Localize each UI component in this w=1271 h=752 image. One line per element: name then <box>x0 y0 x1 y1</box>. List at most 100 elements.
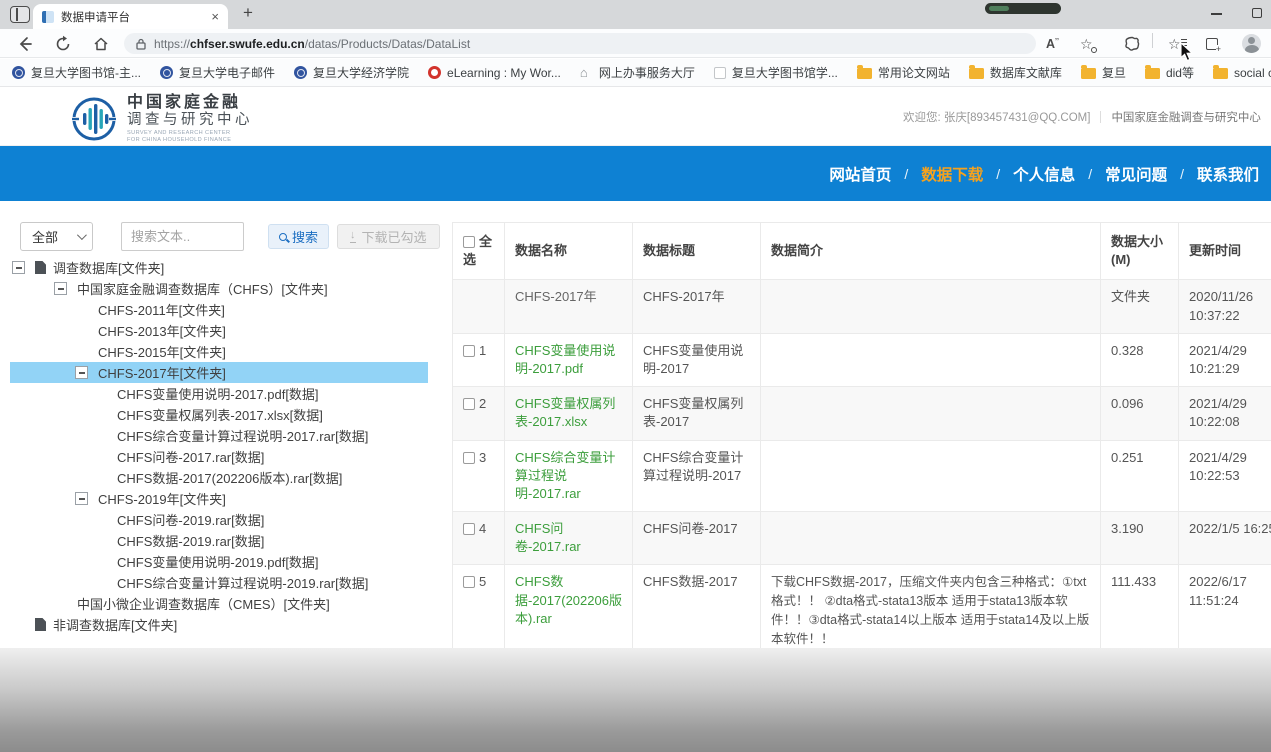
bookmark-item[interactable]: 复旦大学经济学院 <box>294 64 409 81</box>
maximize-button[interactable] <box>1252 8 1262 18</box>
search-input[interactable] <box>121 222 244 251</box>
bookmark-item[interactable]: social capital <box>1213 66 1271 80</box>
tree-item-label: 中国小微企业调查数据库（CMES）[文件夹] <box>77 594 330 613</box>
download-selected-button[interactable]: ↓ 下载已勾选 <box>337 224 440 249</box>
cell-select: 4 <box>453 512 505 565</box>
tree-item-label: 非调查数据库[文件夹] <box>53 615 177 634</box>
tree-item[interactable]: CHFS综合变量计算过程说明-2017.rar[数据] <box>10 425 428 446</box>
tree-item[interactable]: 中国小微企业调查数据库（CMES）[文件夹] <box>10 593 428 614</box>
tree-item-label: CHFS-2013年[文件夹] <box>98 321 226 340</box>
row-checkbox[interactable] <box>463 523 475 535</box>
nav-item-4[interactable]: 常见问题 <box>1105 163 1167 185</box>
category-select-value: 全部 <box>32 227 58 246</box>
data-file-link[interactable]: CHFS变量使用说明-2017.pdf <box>515 343 615 376</box>
category-select[interactable]: 全部 <box>20 222 93 251</box>
cell-name: CHFS-2017年 <box>505 280 633 333</box>
tree-item[interactable]: 非调查数据库[文件夹] <box>10 614 428 635</box>
cell-title: CHFS变量使用说明-2017 <box>633 333 761 386</box>
tree-item[interactable]: CHFS问卷-2019.rar[数据] <box>10 509 428 530</box>
bookmark-item[interactable]: did等 <box>1145 64 1194 81</box>
profile-avatar[interactable] <box>1242 33 1261 54</box>
collections-icon[interactable] <box>1206 33 1218 54</box>
cell-name: CHFS变量使用说明-2017.pdf <box>505 333 633 386</box>
browser-tab[interactable]: 数据申请平台 × <box>33 4 228 29</box>
tree-item[interactable]: CHFS-2017年[文件夹] <box>10 362 428 383</box>
data-file-link[interactable]: CHFS数据-2017(202206版本).rar <box>515 574 622 625</box>
address-bar[interactable]: https://chfser.swufe.edu.cn/datas/Produc… <box>124 33 1036 54</box>
nav-separator: / <box>996 166 1000 182</box>
cell-select: 2 <box>453 387 505 440</box>
tree-item[interactable]: CHFS数据-2019.rar[数据] <box>10 530 428 551</box>
cell-name: CHFS综合变量计算过程说明-2017.rar <box>505 440 633 512</box>
nav-separator: / <box>904 166 908 182</box>
tree-item[interactable]: 中国家庭金融调查数据库（CHFS）[文件夹] <box>10 278 428 299</box>
tree-item-label: CHFS-2015年[文件夹] <box>98 342 226 361</box>
tree-item[interactable]: CHFS-2019年[文件夹] <box>10 488 428 509</box>
read-aloud-icon[interactable]: Aʼʼ <box>1046 33 1059 54</box>
tab-actions-icon[interactable] <box>10 6 30 23</box>
titlebar: 数据申请平台 × + <box>0 0 1271 29</box>
tree-collapse-icon[interactable] <box>75 366 88 379</box>
bookmark-item[interactable]: 复旦大学电子邮件 <box>160 64 275 81</box>
bookmark-item[interactable]: 复旦大学图书馆学... <box>714 64 838 81</box>
bookmark-item[interactable]: 常用论文网站 <box>857 64 950 81</box>
row-checkbox[interactable] <box>463 452 475 464</box>
tree-item[interactable]: CHFS变量使用说明-2019.pdf[数据] <box>10 551 428 572</box>
bookmark-item[interactable]: 数据库文献库 <box>969 64 1062 81</box>
logo-line1: 中国家庭金融 <box>127 94 253 112</box>
site-logo[interactable]: 中国家庭金融 调查与研究中心 SURVEY AND RESEARCH CENTE… <box>70 94 253 144</box>
back-icon[interactable] <box>16 35 34 53</box>
nav-item-3[interactable]: 个人信息 <box>1013 163 1075 185</box>
bookmark-item[interactable]: 复旦大学图书馆-主... <box>12 64 141 81</box>
reload-icon[interactable] <box>54 35 72 53</box>
tree-item[interactable]: CHFS变量使用说明-2017.pdf[数据] <box>10 383 428 404</box>
tree-item-label: CHFS数据-2017(202206版本).rar[数据] <box>117 468 342 487</box>
bookmark-item[interactable]: eLearning : My Wor... <box>428 66 561 80</box>
search-icon <box>279 233 287 241</box>
row-checkbox[interactable] <box>463 398 475 410</box>
site-icon <box>428 66 441 79</box>
home-icon[interactable] <box>92 35 110 53</box>
tree-item-label: CHFS综合变量计算过程说明-2019.rar[数据] <box>117 573 368 592</box>
data-file-link[interactable]: CHFS问卷-2017.rar <box>515 521 581 554</box>
search-button[interactable]: 搜索 <box>268 224 329 249</box>
tree-item[interactable]: CHFS数据-2017(202206版本).rar[数据] <box>10 467 428 488</box>
nav-separator: / <box>1180 166 1184 182</box>
bookmark-label: eLearning : My Wor... <box>447 66 561 80</box>
minimize-button[interactable] <box>1211 13 1222 15</box>
row-number: 3 <box>479 450 486 465</box>
extension-icon[interactable] <box>1124 33 1140 54</box>
new-tab-button[interactable]: + <box>243 3 253 23</box>
row-number: 4 <box>479 521 486 536</box>
data-file-link[interactable]: CHFS变量权属列表-2017.xlsx <box>515 396 615 429</box>
download-button-label: 下载已勾选 <box>362 227 427 246</box>
tab-close-icon[interactable]: × <box>211 9 219 24</box>
bookmark-item[interactable]: ⌂ 网上办事服务大厅 <box>580 64 695 81</box>
cell-title: CHFS问卷-2017 <box>633 512 761 565</box>
row-checkbox[interactable] <box>463 345 475 357</box>
data-file-link[interactable]: CHFS综合变量计算过程说明-2017.rar <box>515 450 615 501</box>
tree-item[interactable]: CHFS变量权属列表-2017.xlsx[数据] <box>10 404 428 425</box>
nav-item-2[interactable]: 数据下载 <box>921 163 983 185</box>
row-checkbox[interactable] <box>463 576 475 588</box>
bookmark-item[interactable]: 复旦 <box>1081 64 1126 81</box>
org-link[interactable]: 中国家庭金融调查与研究中心 <box>1111 109 1261 125</box>
tree-collapse-icon[interactable] <box>54 282 67 295</box>
tree-item[interactable]: 调查数据库[文件夹] <box>10 257 428 278</box>
tree-collapse-icon[interactable] <box>12 261 25 274</box>
tree-item[interactable]: CHFS-2011年[文件夹] <box>10 299 428 320</box>
tree-item[interactable]: CHFS综合变量计算过程说明-2019.rar[数据] <box>10 572 428 593</box>
header-name: 数据名称 <box>505 223 633 280</box>
favorites-icon[interactable]: ☆ <box>1168 33 1181 54</box>
tree-item[interactable]: CHFS-2013年[文件夹] <box>10 320 428 341</box>
tree-item[interactable]: CHFS问卷-2017.rar[数据] <box>10 446 428 467</box>
nav-item-1[interactable]: 网站首页 <box>829 163 891 185</box>
tree-item[interactable]: CHFS-2015年[文件夹] <box>10 341 428 362</box>
select-all-checkbox[interactable] <box>463 236 475 248</box>
data-table-wrap: 全选 数据名称 数据标题 数据简介 数据大小(M) 更新时间 CHFS-2017… <box>452 222 1271 695</box>
table-row: CHFS-2017年CHFS-2017年文件夹2020/11/26 10:37:… <box>453 280 1271 333</box>
add-favorite-icon[interactable]: ☆ <box>1080 33 1093 54</box>
nav-item-5[interactable]: 联系我们 <box>1197 163 1259 185</box>
tree-collapse-icon[interactable] <box>75 492 88 505</box>
tree-item-label: CHFS变量使用说明-2017.pdf[数据] <box>117 384 319 403</box>
